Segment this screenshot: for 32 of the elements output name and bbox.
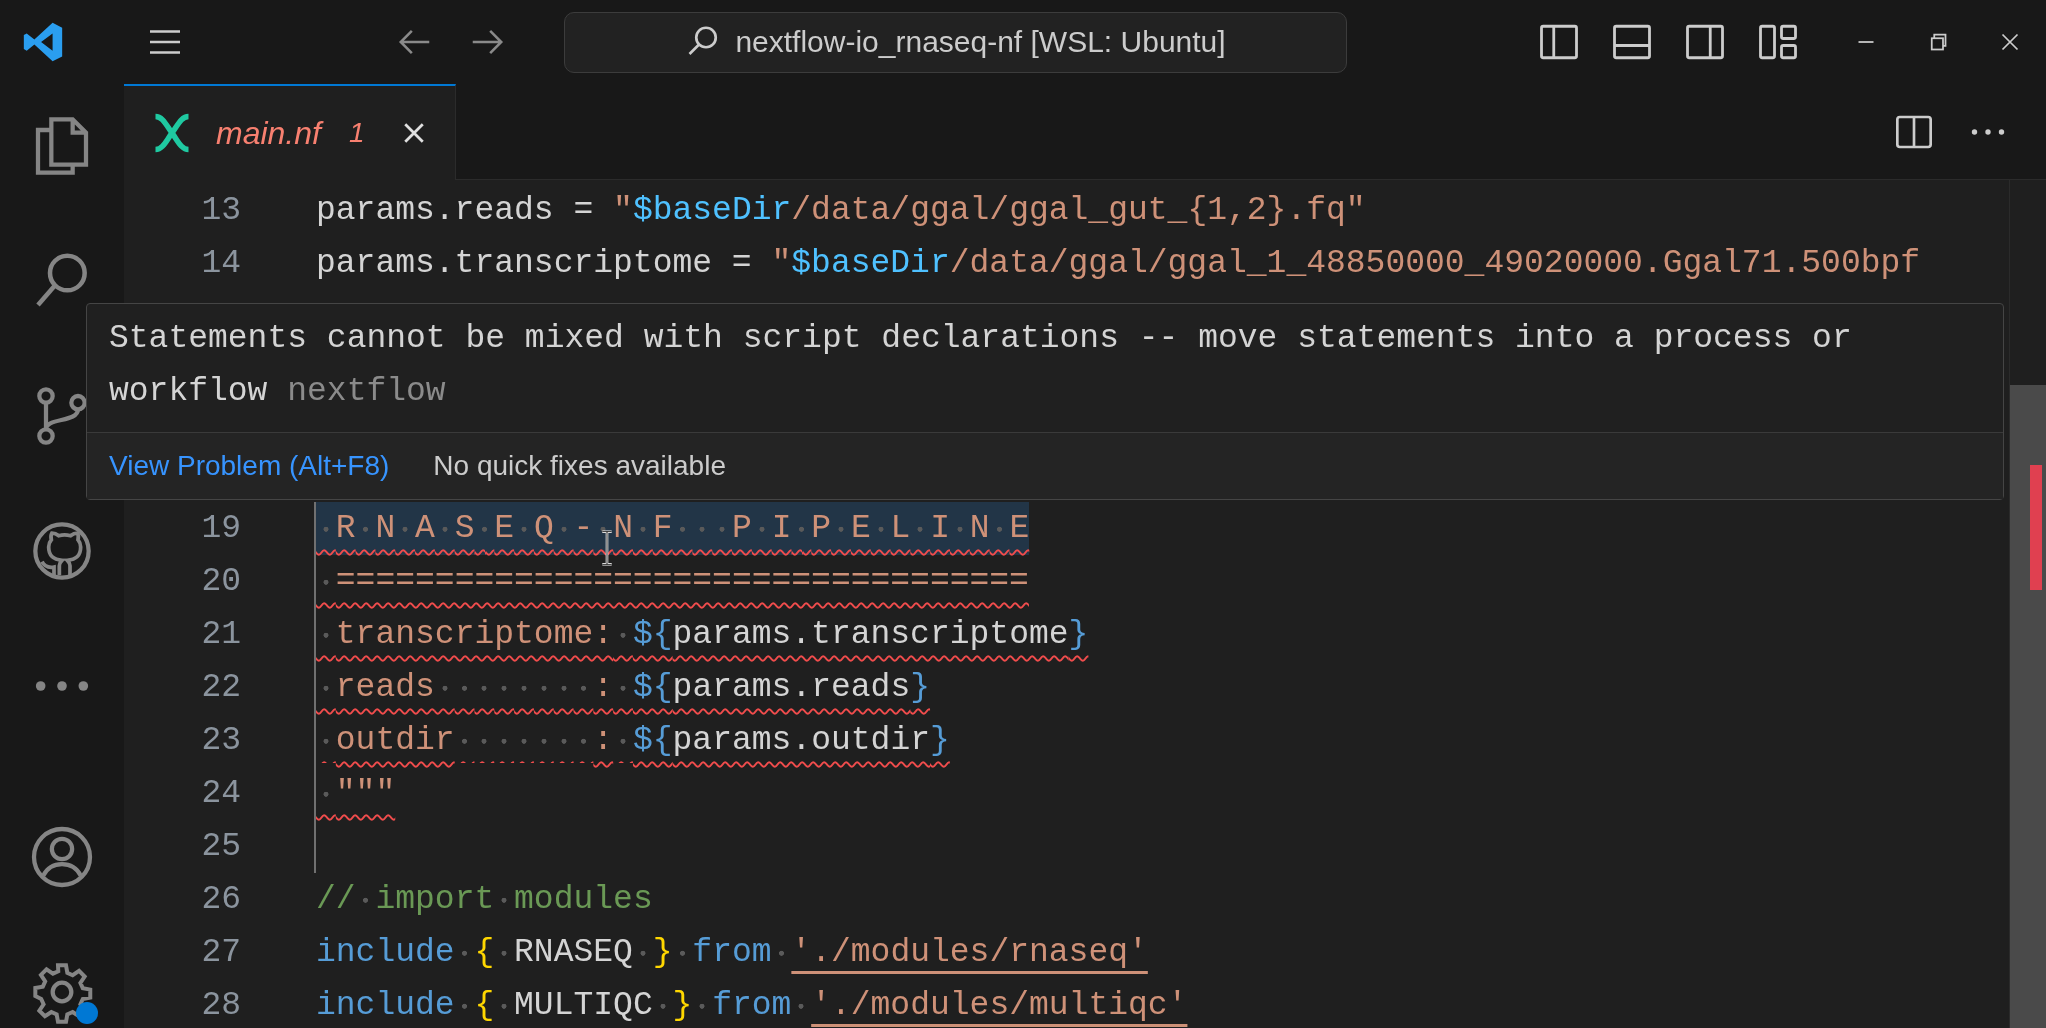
code-line: outdir : ${params.outdir}	[314, 714, 950, 767]
editor-tab[interactable]: main.nf 1	[124, 84, 456, 180]
code-line: transcriptome: ${params.transcriptome}	[314, 608, 1089, 661]
line-number: 19	[200, 510, 241, 547]
problem-count: 1	[348, 117, 365, 149]
line-number: 27	[200, 934, 241, 971]
code-line: """	[314, 767, 396, 820]
line-number: 21	[200, 616, 241, 653]
line-number: 14	[200, 245, 241, 282]
code-line: params.reads = "$baseDir/data/ggal/ggal_gut_{1,2}.fq"	[316, 191, 1366, 231]
line-number: 24	[200, 775, 241, 812]
gear-icon[interactable]	[30, 960, 94, 1024]
github-icon[interactable]	[30, 519, 94, 583]
text-cursor-icon	[600, 530, 614, 566]
code-line: include { MULTIQC } from './modules/multiqc'	[316, 986, 1188, 1026]
view-problem-link[interactable]: View Problem (Alt+F8)	[109, 450, 390, 482]
line-number: 20	[200, 563, 241, 600]
code-line: params.transcriptome = "$baseDir/data/ggal/ggal_1_48850000_49020000.Ggal71.500bpf	[316, 244, 1921, 284]
command-center-search[interactable]: nextflow-io_rnaseq-nf [WSL: Ubuntu]	[564, 11, 1347, 73]
line-number: 26	[200, 881, 241, 918]
account-icon[interactable]	[30, 825, 94, 889]
line-number: 22	[200, 669, 241, 706]
line-number: 23	[200, 722, 241, 759]
line-number: 13	[200, 192, 241, 229]
no-quick-fixes-text: No quick fixes available	[433, 450, 726, 482]
line-number: 25	[200, 828, 241, 865]
code-line: // import modules	[316, 880, 653, 920]
code-line: reads : ${params.reads}	[314, 661, 931, 714]
code-line: ===================================	[314, 555, 1029, 608]
problem-message: Statements cannot be mixed with script declarations -- move statements into a process or workflow nextflow	[108, 319, 1853, 412]
line-number: 28	[200, 987, 241, 1024]
code-line: include { RNASEQ } from './modules/rnaseq'	[316, 933, 1148, 973]
